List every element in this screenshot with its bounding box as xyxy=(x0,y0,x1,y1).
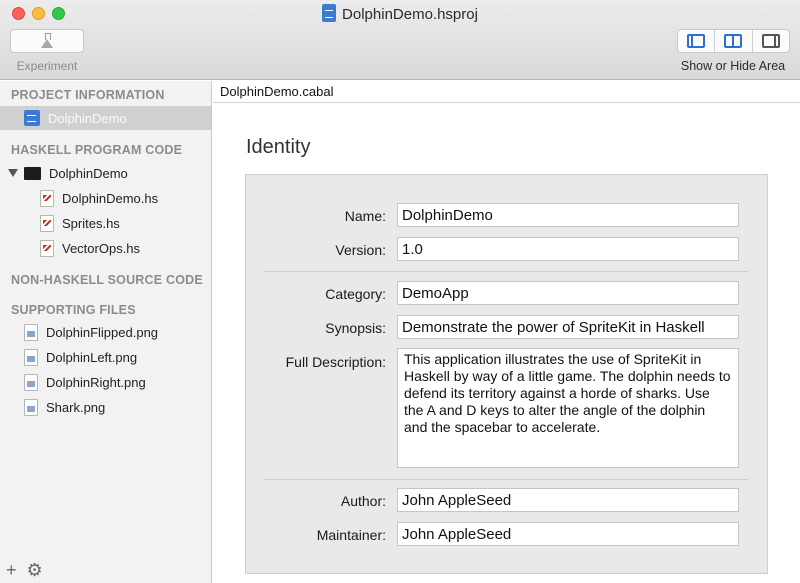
haskell-file-icon xyxy=(40,214,54,232)
version-label: Version: xyxy=(335,242,386,258)
right-pane-icon xyxy=(761,34,780,48)
author-field[interactable] xyxy=(397,488,739,512)
sidebar-item-label: VectorOps.hs xyxy=(62,240,141,256)
haskell-program-code-header: HASKELL PROGRAM CODE xyxy=(11,143,183,157)
haskell-file-icon xyxy=(40,189,54,207)
image-file-icon xyxy=(24,398,38,416)
sidebar-item-project[interactable]: DolphinDemo xyxy=(0,106,211,130)
project-information-header: PROJECT INFORMATION xyxy=(11,88,165,102)
sidebar-item-label: DolphinDemo.hs xyxy=(62,190,159,206)
full-description-label: Full Description: xyxy=(285,354,386,370)
divider xyxy=(263,271,749,272)
synopsis-label: Synopsis: xyxy=(325,320,386,336)
sidebar-footer: + ⚙ xyxy=(6,560,43,581)
sidebar-item-label: Shark.png xyxy=(46,399,106,415)
toggle-navigator-button[interactable] xyxy=(678,30,716,52)
author-label: Author: xyxy=(340,493,386,509)
window-titlebar: DolphinDemo.hsproj Experiment Show or Hi… xyxy=(0,0,800,80)
folder-icon xyxy=(24,166,41,180)
disclosure-triangle-icon[interactable] xyxy=(8,169,18,177)
sidebar-item-label: DolphinLeft.png xyxy=(46,349,138,365)
maintainer-field[interactable] xyxy=(397,522,739,546)
identity-panel: Name: Version: Category: Synopsis: Full … xyxy=(245,174,768,574)
window-title-container: DolphinDemo.hsproj xyxy=(0,4,800,23)
image-file-icon xyxy=(24,323,38,341)
area-toggle-label: Show or Hide Area xyxy=(680,59,786,73)
sidebar-item-dolphinleft-png[interactable]: DolphinLeft.png xyxy=(0,345,211,369)
sidebar-item-label: DolphinDemo xyxy=(49,165,128,181)
left-pane-icon xyxy=(687,34,706,48)
sidebar-item-label: Sprites.hs xyxy=(62,215,120,231)
non-haskell-source-header: NON-HASKELL SOURCE CODE xyxy=(11,273,203,287)
editor-file-tab[interactable]: DolphinDemo.cabal xyxy=(220,84,333,99)
maintainer-label: Maintainer: xyxy=(316,527,386,543)
center-pane-icon xyxy=(724,34,743,48)
toggle-inspector-button[interactable] xyxy=(753,30,789,52)
section-title: Identity xyxy=(246,136,311,158)
image-file-icon xyxy=(24,373,38,391)
project-navigator: PROJECT INFORMATION DolphinDemo HASKELL … xyxy=(0,81,212,583)
divider xyxy=(263,479,749,480)
sidebar-item-label: DolphinFlipped.png xyxy=(46,324,159,340)
haskell-file-icon xyxy=(40,239,54,257)
category-label: Category: xyxy=(325,286,386,302)
sidebar-folder-dolphindemo[interactable]: DolphinDemo xyxy=(0,161,211,185)
sidebar-item-vectorops-hs[interactable]: VectorOps.hs xyxy=(0,236,211,260)
name-label: Name: xyxy=(344,208,386,224)
sidebar-item-label: DolphinRight.png xyxy=(46,374,146,390)
name-field[interactable] xyxy=(397,203,739,227)
experiment-label: Experiment xyxy=(16,59,78,73)
sidebar-item-label: DolphinDemo xyxy=(48,110,127,126)
sidebar-item-dolphinflipped-png[interactable]: DolphinFlipped.png xyxy=(0,320,211,344)
sidebar-item-sprites-hs[interactable]: Sprites.hs xyxy=(0,211,211,235)
area-toggle-control xyxy=(677,29,790,53)
version-field[interactable] xyxy=(397,237,739,261)
synopsis-field[interactable] xyxy=(397,315,739,339)
supporting-files-header: SUPPORTING FILES xyxy=(11,303,136,317)
project-document-icon xyxy=(322,4,337,22)
add-icon[interactable]: + xyxy=(6,560,17,581)
full-description-field[interactable]: This application illustrates the use of … xyxy=(397,348,739,468)
experiment-button[interactable] xyxy=(10,29,84,53)
sidebar-item-dolphindemo-hs[interactable]: DolphinDemo.hs xyxy=(0,186,211,210)
category-field[interactable] xyxy=(397,281,739,305)
gear-icon[interactable]: ⚙ xyxy=(27,560,43,581)
toggle-editor-button[interactable] xyxy=(715,30,753,52)
sidebar-item-dolphinright-png[interactable]: DolphinRight.png xyxy=(0,370,211,394)
editor-path-bar: DolphinDemo.cabal xyxy=(213,81,800,103)
sidebar-item-shark-png[interactable]: Shark.png xyxy=(0,395,211,419)
project-icon xyxy=(24,110,40,126)
image-file-icon xyxy=(24,348,38,366)
flask-icon xyxy=(40,33,54,49)
window-title: DolphinDemo.hsproj xyxy=(342,6,478,23)
cabal-editor: Identity Name: Version: Category: Synops… xyxy=(213,103,800,583)
